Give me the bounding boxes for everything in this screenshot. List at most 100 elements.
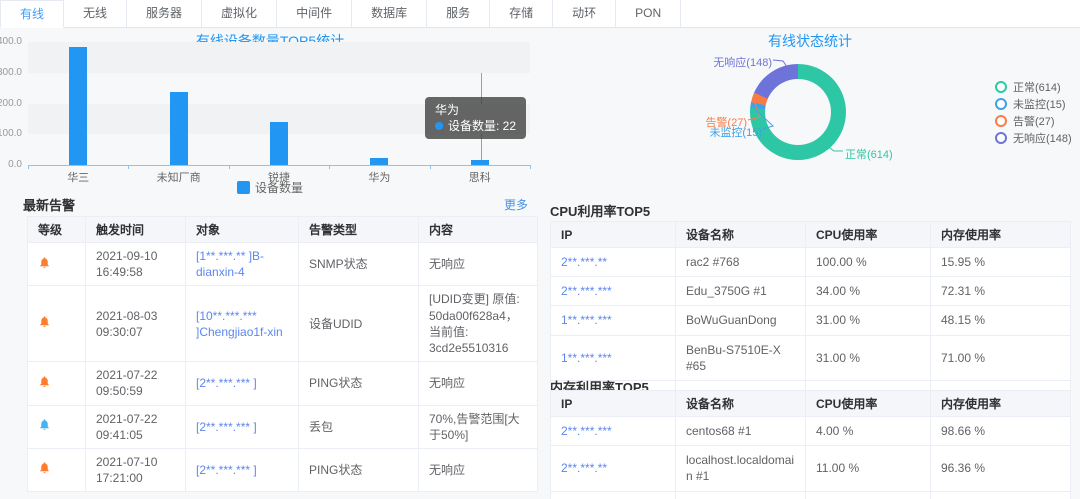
alarm-row: 2021-07-22 09:50:59 [2**.***.*** ] PING状态无…: [27, 361, 538, 406]
chart-tooltip: 华为 设备数量: 22: [425, 97, 527, 139]
alarms-table: 等级 触发时间 对象 告警类型 内容 2021-09-10 16:49:58 [1**.*…: [27, 216, 538, 493]
donut-chart-title: 有线状态统计: [768, 33, 852, 49]
alarm-time: 2021-08-03 09:30:07: [85, 285, 186, 363]
x-axis-tick: [329, 165, 331, 169]
alarm-object-link[interactable]: [2**.***.*** ]: [185, 447, 299, 493]
bar-未知厂商[interactable]: [169, 92, 188, 165]
alarms-more-link[interactable]: 更多: [504, 196, 528, 213]
alarm-severity-cell: [27, 404, 86, 449]
legend-ring-icon: [995, 80, 1007, 93]
alarm-object-link[interactable]: [2**.***.*** ]: [185, 361, 299, 406]
tab-无线[interactable]: 无线: [64, 0, 128, 27]
donut-label-normal: 正常(614): [845, 149, 893, 161]
ip-link[interactable]: 2**.***.**: [550, 246, 676, 278]
memory-usage: 72.31 %: [930, 276, 1071, 307]
donut-legend-item-告警[interactable]: 告警(27): [995, 112, 1072, 129]
alarm-time: 2021-07-10 17:21:00: [85, 447, 186, 493]
bar-锐捷[interactable]: [270, 121, 288, 165]
bell-icon: [38, 461, 51, 474]
donut-label-unmonitored: 未监控(15): [709, 127, 762, 139]
donut-legend-item-无响应[interactable]: 无响应(148): [995, 129, 1072, 146]
cpu-header-row: IP 设备名称 CPU使用率 内存使用率: [550, 221, 1071, 248]
alarm-object-link[interactable]: [10**.***.*** ]Chengjiao1f-xin: [185, 285, 299, 363]
tooltip-category: 华为: [435, 103, 460, 117]
memory-usage: 48.15 %: [930, 305, 1071, 336]
grid-band: [28, 42, 530, 73]
memory-header-row: IP 设备名称 CPU使用率 内存使用率: [550, 390, 1071, 417]
device-name: localhost.localdomain #1: [675, 445, 806, 492]
ip-link[interactable]: 1**.***.***: [550, 490, 676, 499]
x-axis-tick: [530, 165, 531, 169]
alarm-row: 2021-07-10 17:21:00 [2**.***.*** ] PING状态无…: [27, 447, 538, 493]
table-row: 1**.***.*** BoWuGuanDong 31.00 % 48.15 %: [550, 305, 1071, 336]
tab-中间件[interactable]: 中间件: [277, 0, 353, 27]
ip-link[interactable]: 2**.***.**: [550, 445, 676, 492]
memory-usage: 96.36 %: [930, 445, 1071, 492]
alarms-header-row: 等级 触发时间 对象 告警类型 内容: [27, 216, 538, 243]
table-row: 2**.***.** rac2 #768 100.00 % 15.95 %: [550, 246, 1071, 278]
tooltip-value: 设备数量: 22: [448, 119, 517, 133]
tab-服务[interactable]: 服务: [427, 0, 491, 27]
bar-华为[interactable]: [370, 158, 389, 165]
cpu-usage: 11.00 %: [805, 445, 931, 492]
column-header: IP: [550, 221, 676, 248]
alarm-content: 无响应: [418, 241, 538, 287]
donut-hole: [765, 79, 831, 145]
alarm-row: 2021-08-03 09:30:07 [10**.***.*** ]Chengj…: [27, 285, 538, 363]
x-axis-tick: [228, 165, 230, 169]
donut-label-noresponse: 无响应(148): [713, 57, 772, 69]
series-dot-icon: [435, 122, 443, 130]
alarm-type: 丢包: [298, 404, 419, 449]
device-name: Edu_3750G #1: [675, 276, 806, 307]
donut-legend-item-未监控[interactable]: 未监控(15): [995, 95, 1072, 112]
bell-icon: [38, 375, 51, 388]
alarm-row: 2021-07-22 09:41:05 [2**.***.*** ] 丢包 70%,告…: [27, 404, 538, 449]
alarm-row: 2021-09-10 16:49:58 [1**.***.** ]B-dianxi…: [27, 241, 538, 287]
bell-icon: [38, 315, 51, 328]
alarm-object-link[interactable]: [2**.***.*** ]: [185, 404, 299, 449]
alarm-type: SNMP状态: [298, 241, 419, 287]
alarm-object-link[interactable]: [1**.***.** ]B-dianxin-4: [185, 241, 299, 287]
bar-华三[interactable]: [69, 47, 88, 165]
donut-chart[interactable]: [750, 64, 846, 160]
alarm-time: 2021-09-10 16:49:58: [85, 241, 186, 287]
table-row: 2**.***.*** centos68 #1 4.00 % 98.66 %: [550, 415, 1071, 447]
device-name: centos68 #1: [675, 415, 806, 447]
ip-link[interactable]: 2**.***.***: [550, 415, 676, 447]
tab-数据库[interactable]: 数据库: [352, 0, 428, 27]
tab-动环[interactable]: 动环: [553, 0, 617, 27]
alarm-content: [UDID变更] 原值: 50da00f628a4，当前值: 3cd2e5510…: [418, 285, 538, 363]
ip-link[interactable]: 1**.***.***: [550, 305, 676, 336]
bar-chart-legend[interactable]: 设备数量: [0, 179, 540, 196]
column-header: 告警类型: [298, 216, 419, 243]
tab-服务器[interactable]: 服务器: [127, 0, 203, 27]
table-row: 2**.***.*** Edu_3750G #1 34.00 % 72.31 %: [550, 276, 1071, 307]
table-row: 1**.***.*** BenBu-S7510E-X #65 31.00 % 71.0…: [550, 334, 1071, 381]
cpu-section-title: CPU利用率TOP5: [550, 204, 651, 219]
x-axis-tick: [128, 165, 130, 169]
table-row: 1**.***.***F5-D-WUXIAN #6710887314.00 %8…: [550, 490, 1071, 499]
legend-label: 设备数量: [254, 181, 303, 195]
table-row: 2**.***.** localhost.localdomain #1 11.00 …: [550, 445, 1071, 492]
donut-legend-item-正常[interactable]: 正常(614): [995, 78, 1072, 95]
device-name: F5-D-WUXIAN #67108873: [675, 490, 806, 499]
y-axis-label: 200.0: [0, 97, 22, 109]
legend-swatch-icon: [236, 181, 250, 194]
dashboard-page: 有线无线服务器虚拟化中间件数据库服务存储动环PON 有线设备数量TOP5统计 4…: [0, 0, 1080, 499]
legend-ring-icon: [995, 114, 1007, 127]
tab-虚拟化[interactable]: 虚拟化: [202, 0, 278, 27]
ip-link[interactable]: 2**.***.***: [550, 276, 676, 307]
bar-chart-plot[interactable]: 华为 设备数量: 22 华三 未知厂商 锐捷 华为 思科: [28, 42, 531, 184]
tab-PON[interactable]: PON: [616, 0, 682, 27]
tab-有线[interactable]: 有线: [0, 0, 65, 28]
column-header: 内容: [418, 216, 538, 243]
cpu-usage: 100.00 %: [805, 246, 931, 278]
y-axis-label: 100.0: [0, 128, 22, 140]
legend-label: 告警(27): [1013, 115, 1055, 128]
bar-思科[interactable]: [470, 160, 489, 165]
alarm-severity-cell: [27, 361, 86, 406]
legend-ring-icon: [995, 97, 1007, 110]
cpu-usage: 14.00 %: [805, 490, 931, 499]
tab-存储[interactable]: 存储: [490, 0, 554, 27]
ip-link[interactable]: 1**.***.***: [550, 334, 676, 381]
